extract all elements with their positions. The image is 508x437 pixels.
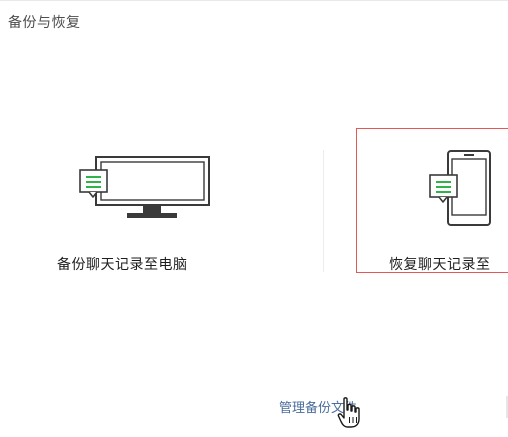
options-divider <box>323 150 324 272</box>
phone-chat-icon <box>429 150 491 226</box>
page-title: 备份与恢复 <box>8 15 81 31</box>
restore-to-phone-label: 恢复聊天记录至 <box>389 257 491 273</box>
hand-cursor-icon <box>337 397 360 428</box>
backup-to-pc-button[interactable]: 备份聊天记录至电脑 <box>40 128 240 273</box>
top-border <box>0 0 508 1</box>
backup-to-pc-label: 备份聊天记录至电脑 <box>57 257 188 273</box>
restore-to-phone-button[interactable]: 恢复聊天记录至 <box>356 128 508 273</box>
monitor-chat-icon <box>79 156 210 218</box>
backup-restore-window: 备份与恢复 备份聊天记录至电脑 恢复聊天记录至 管理备份文件 <box>0 0 508 437</box>
